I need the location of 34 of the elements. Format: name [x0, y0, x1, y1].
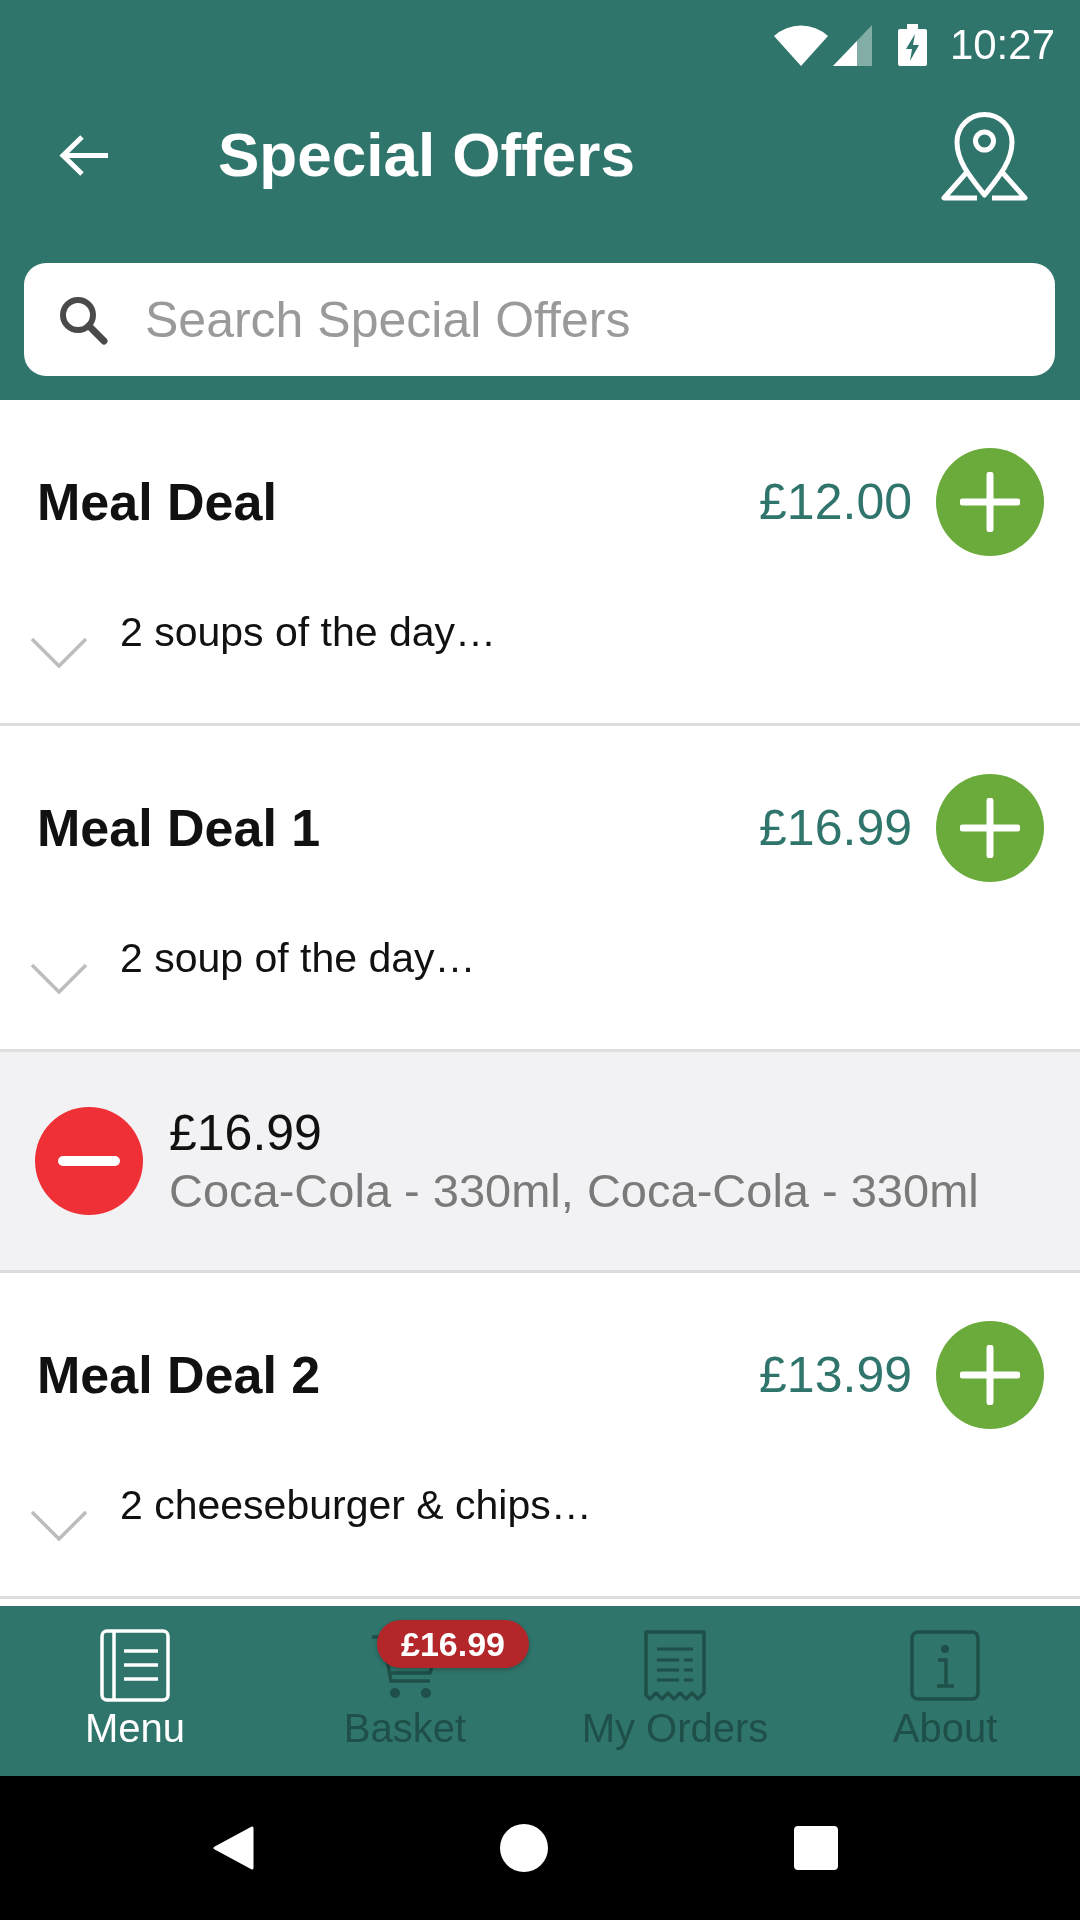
map-pin-icon[interactable] — [940, 109, 1029, 201]
offer-title: Meal Deal — [37, 472, 277, 532]
receipt-icon — [643, 1629, 707, 1702]
signal-icon — [832, 24, 872, 66]
menu-book-icon — [100, 1629, 170, 1702]
offer-title: Meal Deal 1 — [37, 798, 321, 858]
offer-price: £13.99 — [759, 1346, 912, 1404]
minus-icon — [58, 1156, 120, 1166]
info-icon — [910, 1629, 980, 1702]
plus-icon — [960, 798, 1020, 858]
status-time: 10:27 — [949, 21, 1055, 69]
search-icon — [58, 295, 108, 345]
home-icon[interactable] — [500, 1824, 548, 1872]
chevron-down-icon[interactable] — [30, 637, 88, 668]
offer-summary: 2 cheeseburger & chips… — [120, 1481, 592, 1529]
basket-entry-price: £16.99 — [169, 1104, 323, 1163]
offer-summary: 2 soups of the day… — [120, 608, 497, 656]
search-field[interactable]: Search Special Offers — [24, 263, 1055, 376]
offer-price: £12.00 — [759, 473, 912, 531]
page-title: Special Offers — [218, 119, 635, 191]
chevron-down-icon[interactable] — [30, 1510, 88, 1541]
wifi-icon — [773, 24, 828, 66]
nav-tab[interactable]: Menu — [0, 1606, 270, 1776]
back-arrow-icon[interactable] — [59, 133, 110, 177]
chevron-down-icon[interactable] — [30, 963, 88, 994]
price-badge: £16.99 — [377, 1620, 529, 1668]
basket-entry-contents: Coca-Cola - 330ml, Coca-Cola - 330ml — [169, 1163, 979, 1219]
back-icon[interactable] — [212, 1825, 254, 1871]
plus-icon — [960, 472, 1020, 532]
offer-price: £16.99 — [759, 799, 912, 857]
battery-charging-icon — [897, 24, 927, 66]
offer-summary: 2 soup of the day… — [120, 934, 476, 982]
plus-icon — [960, 1345, 1020, 1405]
offer-title: Meal Deal 2 — [37, 1345, 321, 1405]
